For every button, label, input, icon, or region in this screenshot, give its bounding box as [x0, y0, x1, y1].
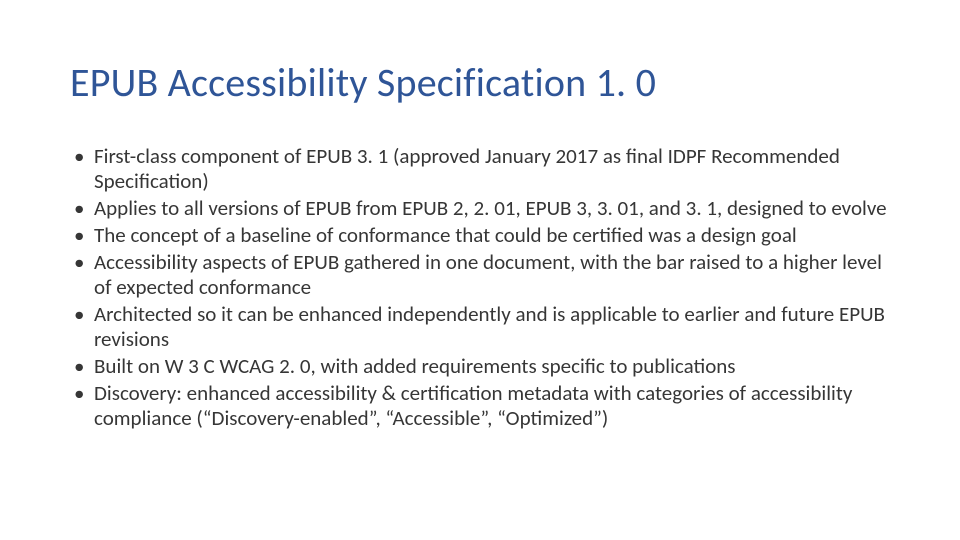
bullet-list: First-class component of EPUB 3. 1 (appr…	[70, 144, 890, 431]
list-item: Accessibility aspects of EPUB gathered i…	[94, 250, 890, 300]
list-item: Built on W 3 C WCAG 2. 0, with added req…	[94, 354, 890, 379]
list-item: The concept of a baseline of conformance…	[94, 223, 890, 248]
list-item: Applies to all versions of EPUB from EPU…	[94, 196, 890, 221]
slide-title: EPUB Accessibility Specification 1. 0	[70, 60, 890, 106]
list-item: First-class component of EPUB 3. 1 (appr…	[94, 144, 890, 194]
list-item: Discovery: enhanced accessibility & cert…	[94, 381, 890, 431]
slide: EPUB Accessibility Specification 1. 0 Fi…	[0, 0, 960, 540]
list-item: Architected so it can be enhanced indepe…	[94, 302, 890, 352]
